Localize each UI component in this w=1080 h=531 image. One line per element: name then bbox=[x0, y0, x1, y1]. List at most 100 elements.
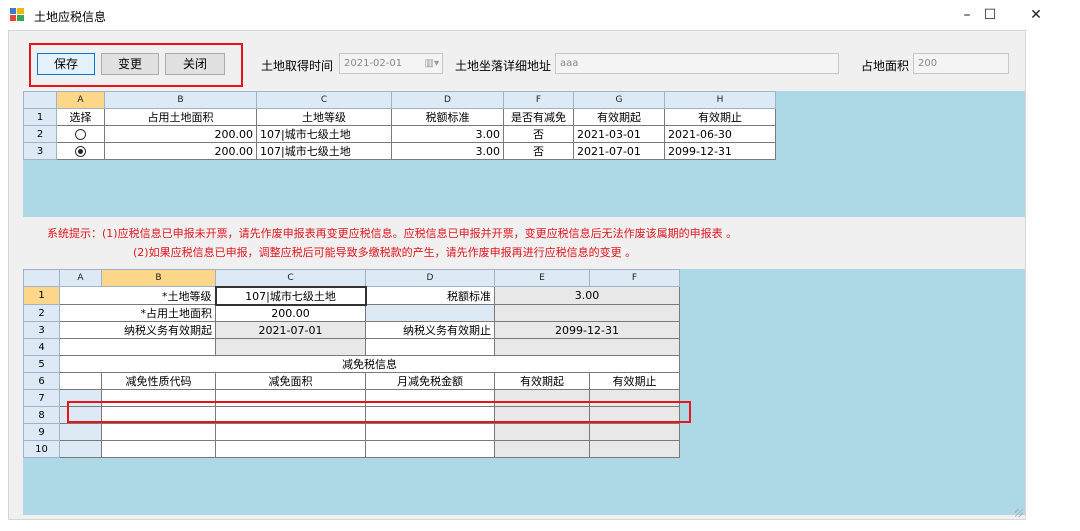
row-header[interactable]: 3 bbox=[23, 321, 60, 339]
row-header[interactable]: 5 bbox=[23, 355, 60, 373]
close-button[interactable]: 关闭 bbox=[165, 53, 225, 75]
reduce-cell[interactable]: 否 bbox=[503, 125, 574, 143]
duty-start-value: 2021-07-01 bbox=[215, 321, 366, 339]
col-header[interactable]: F bbox=[589, 269, 680, 287]
row7-highlight bbox=[67, 401, 691, 423]
top-grid-area: A B C D F G H 1 选择 占用土地面积 土地等级 税额标准 是否有减… bbox=[23, 91, 1025, 217]
reduce-cell[interactable]: 否 bbox=[503, 142, 574, 160]
row-header[interactable]: 1 bbox=[23, 286, 60, 305]
empty-cell bbox=[59, 372, 102, 390]
sub-header-cell: 月减免税金额 bbox=[365, 372, 495, 390]
calendar-dropdown-icon[interactable]: ▥▾ bbox=[425, 54, 439, 73]
row-header[interactable]: 2 bbox=[23, 304, 60, 322]
col-header[interactable]: F bbox=[503, 91, 574, 109]
row-header[interactable]: 1 bbox=[23, 108, 57, 126]
col-header[interactable]: B bbox=[101, 269, 216, 287]
grid-cell[interactable] bbox=[365, 440, 495, 458]
area-cell[interactable]: 200.00 bbox=[104, 142, 257, 160]
window-title: 土地应税信息 bbox=[34, 10, 107, 24]
radio-button-selected[interactable] bbox=[75, 146, 86, 157]
area-cell[interactable]: 200.00 bbox=[104, 125, 257, 143]
grid-corner[interactable] bbox=[23, 91, 57, 109]
empty-cell bbox=[365, 338, 495, 356]
form-client-area: 保存 变更 关闭 土地取得时间 2021-02-01 ▥▾ 土地坐落详细地址 a… bbox=[8, 30, 1026, 520]
row-header[interactable]: 9 bbox=[23, 423, 60, 441]
empty-cell bbox=[494, 338, 680, 356]
col-header[interactable]: A bbox=[59, 269, 102, 287]
select-cell[interactable] bbox=[56, 125, 105, 143]
grid-cell[interactable] bbox=[215, 423, 366, 441]
rate-cell[interactable]: 3.00 bbox=[391, 125, 504, 143]
grade-cell[interactable]: 107|城市七级土地 bbox=[256, 142, 392, 160]
start-cell[interactable]: 2021-03-01 bbox=[573, 125, 665, 143]
grid-cell[interactable] bbox=[365, 423, 495, 441]
save-button[interactable]: 保存 bbox=[37, 53, 95, 75]
duty-end-label: 纳税义务有效期止 bbox=[365, 321, 495, 339]
occupy-area-label: *占用土地面积 bbox=[59, 304, 216, 322]
address-label: 土地坐落详细地址 bbox=[455, 59, 552, 73]
col-header[interactable]: C bbox=[215, 269, 366, 287]
col-header[interactable]: D bbox=[391, 91, 504, 109]
end-cell[interactable]: 2099-12-31 bbox=[664, 142, 776, 160]
col-header[interactable]: D bbox=[365, 269, 495, 287]
resize-grip[interactable] bbox=[1015, 509, 1023, 517]
land-grade-value[interactable]: 107|城市七级土地 bbox=[214, 285, 367, 306]
row-header[interactable]: 7 bbox=[23, 389, 60, 407]
end-cell[interactable]: 2021-06-30 bbox=[664, 125, 776, 143]
grid-cell[interactable] bbox=[215, 440, 366, 458]
empty-cell bbox=[365, 304, 495, 322]
table-row: 10 bbox=[23, 440, 680, 458]
acquire-time-field[interactable]: 2021-02-01 ▥▾ bbox=[339, 53, 443, 74]
grid-cell[interactable] bbox=[101, 440, 216, 458]
grid-cell[interactable] bbox=[59, 423, 102, 441]
bottom-grid: A B C D E F 1 *土地等级 107|城市七级土地 税额标准 3.00… bbox=[23, 269, 680, 458]
row-header[interactable]: 4 bbox=[23, 338, 60, 356]
land-grade-label: *土地等级 bbox=[59, 286, 216, 305]
system-hint-line2: (2)如果应税信息已申报，调整应税后可能导致多缴税款的产生，请先作废申报再进行应… bbox=[133, 246, 637, 259]
occupy-area-value[interactable]: 200.00 bbox=[215, 304, 366, 322]
address-field[interactable]: aaa bbox=[555, 53, 839, 74]
select-cell[interactable] bbox=[56, 142, 105, 160]
start-cell[interactable]: 2021-07-01 bbox=[573, 142, 665, 160]
tax-rate-label: 税额标准 bbox=[365, 286, 495, 305]
header-cell: 有效期止 bbox=[664, 108, 776, 126]
table-row: 9 bbox=[23, 423, 680, 441]
header-cell: 占用土地面积 bbox=[104, 108, 257, 126]
col-header[interactable]: C bbox=[256, 91, 392, 109]
grid-cell[interactable] bbox=[101, 423, 216, 441]
grid-cell bbox=[589, 440, 680, 458]
radio-button[interactable] bbox=[75, 129, 86, 140]
area-label: 占地面积 bbox=[861, 59, 910, 73]
row-header[interactable]: 3 bbox=[23, 142, 57, 160]
app-icon bbox=[10, 8, 24, 21]
maximize-button[interactable]: ☐ bbox=[967, 0, 1013, 30]
row-header[interactable]: 2 bbox=[23, 125, 57, 143]
tax-rate-value: 3.00 bbox=[494, 286, 680, 305]
row-header[interactable]: 6 bbox=[23, 372, 60, 390]
header-cell: 土地等级 bbox=[256, 108, 392, 126]
col-header[interactable]: E bbox=[494, 269, 590, 287]
duty-end-value: 2099-12-31 bbox=[494, 321, 680, 339]
col-header[interactable]: B bbox=[104, 91, 257, 109]
sub-header-cell: 减免面积 bbox=[215, 372, 366, 390]
row-header[interactable]: 10 bbox=[23, 440, 60, 458]
col-header[interactable]: A bbox=[56, 91, 105, 109]
grid-cell bbox=[494, 440, 590, 458]
grid-cell bbox=[494, 423, 590, 441]
header-cell: 选择 bbox=[56, 108, 105, 126]
rate-cell[interactable]: 3.00 bbox=[391, 142, 504, 160]
top-grid: A B C D F G H 1 选择 占用土地面积 土地等级 税额标准 是否有减… bbox=[23, 91, 776, 160]
grid-corner[interactable] bbox=[23, 269, 60, 287]
change-button[interactable]: 变更 bbox=[101, 53, 159, 75]
area-field[interactable]: 200 bbox=[913, 53, 1009, 74]
col-header[interactable]: H bbox=[664, 91, 776, 109]
row-header[interactable]: 8 bbox=[23, 406, 60, 424]
acquire-time-label: 土地取得时间 bbox=[261, 59, 334, 73]
grade-cell[interactable]: 107|城市七级土地 bbox=[256, 125, 392, 143]
col-header[interactable]: G bbox=[573, 91, 665, 109]
acquire-time-value: 2021-02-01 bbox=[344, 58, 403, 69]
sub-header-cell: 减免性质代码 bbox=[101, 372, 216, 390]
close-window-button[interactable]: ✕ bbox=[1013, 0, 1059, 30]
grid-cell[interactable] bbox=[59, 440, 102, 458]
header-cell: 有效期起 bbox=[573, 108, 665, 126]
